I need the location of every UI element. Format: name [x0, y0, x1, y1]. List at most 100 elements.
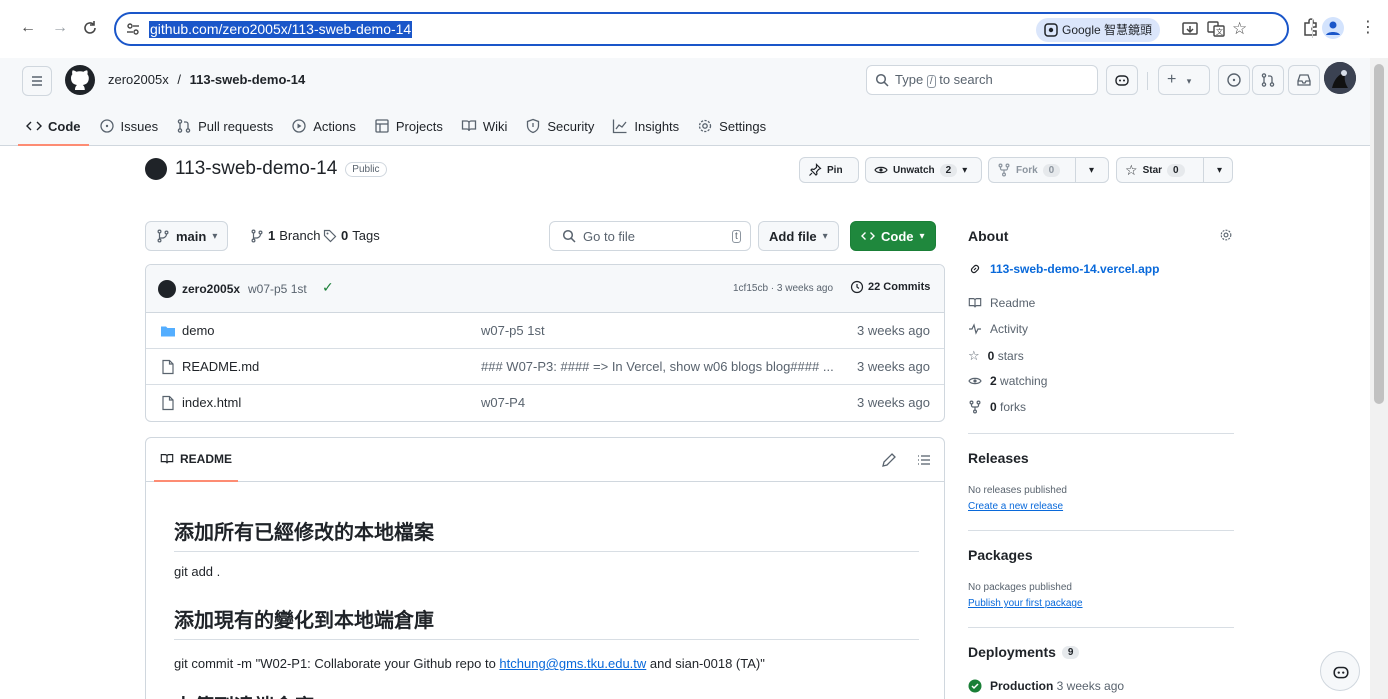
go-to-file-input[interactable]: Go to file t — [549, 221, 751, 251]
issues-button[interactable] — [1218, 65, 1250, 95]
readme-tab-label: README — [180, 452, 233, 466]
lens-icon — [1044, 23, 1058, 37]
commit-message[interactable]: w07-p5 1st — [248, 282, 307, 296]
readme-tab[interactable]: README — [154, 438, 239, 482]
fork-button[interactable]: Fork 0 ▾ — [988, 157, 1109, 183]
file-name[interactable]: README.md — [182, 359, 259, 374]
packages-title[interactable]: Packages — [968, 547, 1033, 563]
create-release-link[interactable]: Create a new release — [968, 501, 1063, 512]
tab-insights[interactable]: Insights — [604, 110, 687, 142]
pencil-icon[interactable] — [881, 452, 897, 468]
stars-count: 0 — [987, 349, 995, 363]
gear-icon[interactable] — [1219, 228, 1233, 242]
extensions-icon[interactable] — [1300, 18, 1320, 38]
watching-count: 2 — [990, 374, 997, 388]
file-row[interactable]: demo w07-p5 1st 3 weeks ago — [146, 313, 944, 349]
github-logo-icon[interactable] — [64, 64, 96, 96]
copilot-button[interactable] — [1106, 65, 1138, 95]
file-row[interactable]: README.md ### W07-P3: #### => In Vercel,… — [146, 349, 944, 385]
file-commit-message[interactable]: w07-p5 1st — [481, 323, 545, 338]
reload-icon[interactable] — [80, 18, 100, 38]
site-info-icon[interactable] — [125, 21, 141, 37]
address-bar[interactable]: github.com/zero2005x/113-sweb-demo-14 Go… — [114, 12, 1289, 46]
activity-link[interactable]: Activity — [968, 322, 1028, 336]
unwatch-button[interactable]: Unwatch 2 ▾ — [865, 157, 982, 183]
file-time: 3 weeks ago — [857, 323, 930, 338]
file-commit-message[interactable]: ### W07-P3: #### => In Vercel, show w06 … — [481, 359, 834, 374]
email-link[interactable]: htchung@gms.tku.edu.tw — [499, 656, 646, 671]
star-button[interactable]: ☆ Star 0 ▾ — [1116, 157, 1233, 183]
tab-pull-requests[interactable]: Pull requests — [168, 110, 281, 142]
pin-button[interactable]: Pin — [799, 157, 859, 183]
tab-settings[interactable]: Settings — [689, 110, 774, 142]
tab-wiki[interactable]: Wiki — [453, 110, 516, 142]
menu-button[interactable] — [22, 66, 52, 96]
add-file-label: Add file — [769, 228, 817, 244]
search-input[interactable]: Type / to search — [866, 65, 1098, 95]
deployments-title[interactable]: Deployments 9 — [968, 644, 1080, 660]
google-lens-chip[interactable]: Google 智慧鏡頭 — [1036, 18, 1161, 42]
commit-author[interactable]: zero2005x — [182, 282, 240, 296]
tab-issues[interactable]: Issues — [91, 110, 167, 142]
readme-label: Readme — [990, 296, 1036, 310]
create-new-button[interactable]: + ▾ — [1158, 65, 1210, 95]
avatar[interactable] — [1324, 62, 1356, 94]
watching-link[interactable]: 2 watching — [968, 374, 1047, 388]
file-row[interactable]: index.html w07-P4 3 weeks ago — [146, 385, 944, 421]
bookmark-star-icon[interactable]: ☆ — [1232, 19, 1247, 39]
forks-link[interactable]: 0 forks — [968, 400, 1026, 414]
browser-menu-icon[interactable]: ⋮ — [1358, 18, 1378, 38]
file-commit-message[interactable]: w07-P4 — [481, 395, 525, 410]
code-button[interactable]: Code ▾ — [850, 221, 936, 251]
search-shortcut-key: / — [926, 75, 936, 88]
file-name[interactable]: index.html — [182, 395, 241, 410]
copilot-chat-button[interactable] — [1320, 651, 1360, 691]
commits-link[interactable]: 22 Commits — [850, 280, 930, 294]
breadcrumb-repo[interactable]: 113-sweb-demo-14 — [190, 72, 306, 87]
translate-icon[interactable]: 文 — [1207, 20, 1225, 38]
chevron-down-icon: ▾ — [822, 230, 828, 242]
profile-icon[interactable] — [1322, 17, 1344, 39]
inbox-button[interactable] — [1288, 65, 1320, 95]
homepage-link[interactable]: 113-sweb-demo-14.vercel.app — [968, 262, 1159, 276]
scrollbar-thumb[interactable] — [1374, 64, 1384, 404]
deployments-counter: 9 — [1061, 645, 1080, 659]
gear-icon — [697, 118, 713, 134]
stars-link[interactable]: ☆ 0 stars — [968, 348, 1024, 364]
tab-security[interactable]: Security — [517, 110, 602, 142]
breadcrumb: zero2005x / 113-sweb-demo-14 — [108, 72, 305, 87]
deployment-item[interactable]: Production 3 weeks ago — [968, 679, 1124, 693]
back-icon[interactable]: ← — [18, 18, 38, 38]
activity-label: Activity — [990, 322, 1029, 336]
svg-text:文: 文 — [1216, 27, 1223, 36]
publish-package-link[interactable]: Publish your first package — [968, 598, 1083, 609]
scrollbar[interactable] — [1370, 58, 1388, 699]
forward-icon[interactable]: → — [50, 18, 70, 38]
tab-actions[interactable]: Actions — [283, 110, 364, 142]
check-icon[interactable]: ✓ — [322, 279, 334, 296]
install-app-icon[interactable] — [1181, 20, 1199, 38]
copilot-icon — [1332, 663, 1350, 681]
outline-list-icon[interactable] — [916, 452, 932, 468]
tab-projects[interactable]: Projects — [366, 110, 451, 142]
add-file-button[interactable]: Add file ▾ — [758, 221, 839, 251]
commit-hash-time[interactable]: 1cf15cb · 3 weeks ago — [733, 283, 833, 294]
branches-link[interactable]: 1 Branch — [250, 228, 320, 243]
issue-icon — [99, 118, 115, 134]
repo-name[interactable]: 113-sweb-demo-14 — [175, 158, 337, 180]
search-icon — [875, 73, 889, 87]
pull-requests-button[interactable] — [1252, 65, 1284, 95]
branch-select[interactable]: main ▾ — [145, 221, 229, 251]
file-time: 3 weeks ago — [857, 395, 930, 410]
releases-title[interactable]: Releases — [968, 450, 1029, 466]
breadcrumb-owner[interactable]: zero2005x — [108, 72, 169, 87]
toolbar-divider — [1312, 18, 1313, 38]
tab-code[interactable]: Code — [18, 110, 89, 146]
url-text[interactable]: github.com/zero2005x/113-sweb-demo-14 — [149, 21, 413, 38]
tags-link[interactable]: 0 Tags — [323, 228, 380, 243]
chevron-down-icon: ▾ — [212, 230, 218, 242]
inbox-icon — [1296, 72, 1312, 88]
readme-link[interactable]: Readme — [968, 296, 1035, 310]
file-name[interactable]: demo — [182, 323, 215, 338]
branch-icon — [156, 229, 170, 243]
